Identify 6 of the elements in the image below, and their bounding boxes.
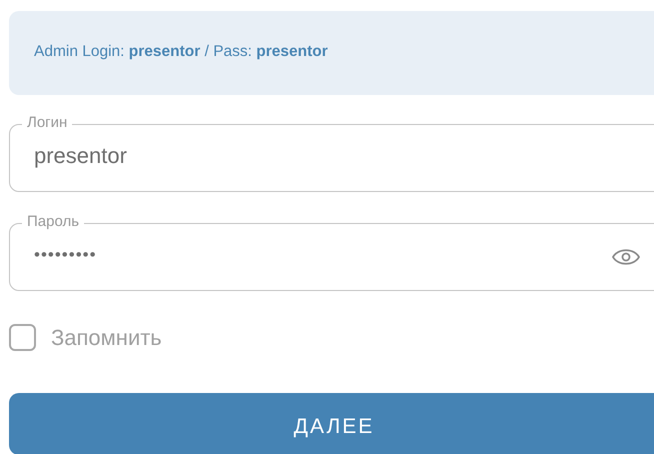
field-label: Логин	[22, 115, 72, 130]
remember-checkbox[interactable]	[9, 324, 36, 351]
remember-label: Запомнить	[51, 324, 162, 352]
notice-text: Admin Login: presentor / Pass: presentor	[34, 42, 328, 62]
submit-button[interactable]: ДАЛЕЕ	[9, 393, 654, 454]
field-label: Пароль	[22, 214, 84, 229]
